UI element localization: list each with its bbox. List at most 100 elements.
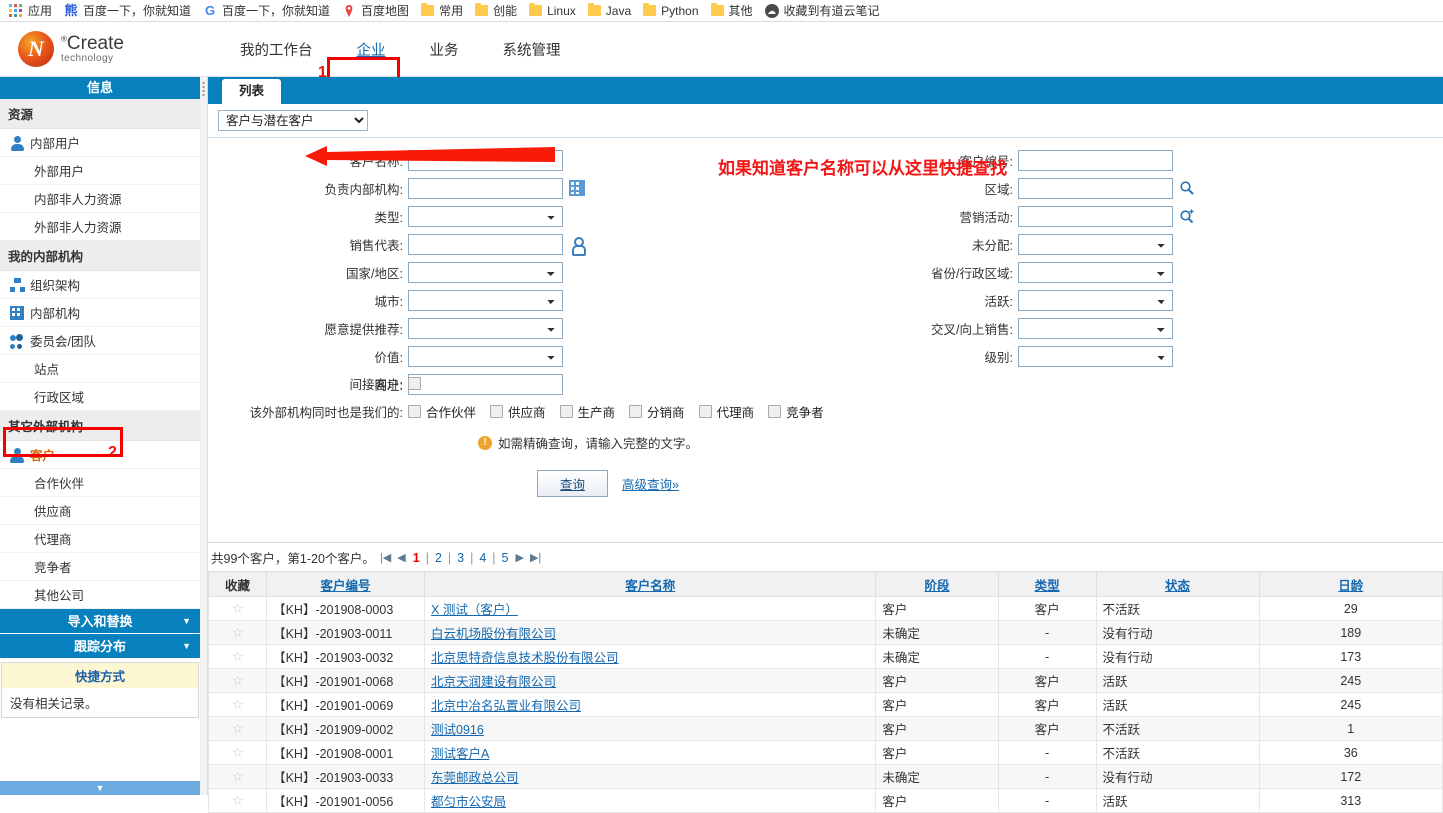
customer-name-link[interactable]: 白云机场股份有限公司 [431,627,556,641]
sidebar-section-import-replace[interactable]: 导入和替换 ▼ [0,609,200,634]
cross-upsell-select[interactable] [1018,317,1173,339]
favorite-star-icon[interactable]: ☆ [232,601,244,616]
bookmark-folder-chuangneng[interactable]: 创能 [472,2,526,19]
view-select[interactable]: 客户与潜在客户 [218,110,368,131]
type-select[interactable] [408,205,563,227]
building-picker-icon[interactable] [569,180,585,196]
sidebar-item-partner[interactable]: 合作伙伴 [0,469,200,497]
next-page-button[interactable]: ▶ [515,551,525,564]
search-icon[interactable] [1179,180,1195,196]
also-option-manufacturer[interactable]: 生产商 [559,402,615,421]
favorite-star-icon[interactable]: ☆ [232,649,244,664]
user-picker-icon[interactable] [569,236,586,256]
willing-referral-select[interactable] [408,317,563,339]
also-option-competitor[interactable]: 竞争者 [768,402,824,421]
column-header-stage[interactable]: 阶段 [875,571,999,597]
customer-name-link[interactable]: 北京中冶名弘置业有限公司 [431,699,581,713]
favorite-star-icon[interactable]: ☆ [232,673,244,688]
level-select[interactable] [1018,345,1173,367]
also-option-distributor[interactable]: 分销商 [629,402,685,421]
bookmark-baidu[interactable]: 熊 百度一下，你就知道 [61,2,200,19]
customer-name-link[interactable]: 北京思特奇信息技术股份有限公司 [431,651,619,665]
checkbox[interactable] [768,405,782,418]
also-option-supplier[interactable]: 供应商 [490,402,546,421]
page-1-link[interactable]: 1 [411,551,422,565]
sidebar-splitter[interactable] [200,77,208,795]
column-header-status[interactable]: 状态 [1095,571,1260,597]
responsible-org-input[interactable] [408,177,563,199]
checkbox[interactable] [559,405,573,418]
favorite-star-icon[interactable]: ☆ [232,721,244,736]
sidebar-item-internal-users[interactable]: 内部用户 [0,129,200,157]
customer-name-link[interactable]: X 测试（客户） [431,603,518,617]
sidebar-item-internal-nonhr[interactable]: 内部非人力资源 [0,185,200,213]
sidebar-section-tracking-distribution[interactable]: 跟踪分布 ▼ [0,634,200,659]
also-option-agent[interactable]: 代理商 [698,402,754,421]
sidebar-item-internal-org[interactable]: 内部机构 [0,299,200,327]
country-select[interactable] [408,261,563,283]
prev-page-button[interactable]: ◀ [396,551,406,564]
checkbox[interactable] [408,405,421,418]
sidebar-item-other-company[interactable]: 其他公司 [0,581,200,609]
bookmark-apps[interactable]: 应用 [6,2,61,19]
province-select[interactable] [1018,261,1173,283]
first-page-button[interactable]: |◀ [379,551,392,564]
bookmark-folder-changyong[interactable]: 常用 [418,2,472,19]
active-select[interactable] [1018,289,1173,311]
menu-item-workbench[interactable]: 我的工作台 [218,33,335,66]
city-select[interactable] [408,289,563,311]
region-input[interactable] [1018,177,1173,199]
page-4-link[interactable]: 4 [477,551,488,565]
customer-code-input[interactable] [1018,149,1173,171]
customer-name-link[interactable]: 测试客户A [431,747,489,761]
sidebar-item-site[interactable]: 站点 [0,355,200,383]
menu-item-system-admin[interactable]: 系统管理 [481,33,583,66]
sales-rep-input[interactable] [408,233,563,255]
sidebar-collapse-handle[interactable]: ▼ [0,781,200,795]
unassigned-select[interactable] [1018,233,1173,255]
last-page-button[interactable]: ▶| [529,551,542,564]
favorite-star-icon[interactable]: ☆ [232,625,244,640]
sidebar-item-supplier[interactable]: 供应商 [0,497,200,525]
also-option-partner[interactable]: 合作伙伴 [408,402,476,421]
customer-name-link[interactable]: 都匀市公安局 [431,795,506,809]
bookmark-folder-other[interactable]: 其他 [708,2,762,19]
campaign-input[interactable] [1018,205,1173,227]
sidebar-item-competitor[interactable]: 竞争者 [0,553,200,581]
customer-name-link[interactable]: 测试0916 [431,723,484,737]
bookmark-folder-linux[interactable]: Linux [526,3,585,18]
favorite-star-icon[interactable]: ☆ [232,697,244,712]
checkbox[interactable] [629,405,643,418]
checkbox[interactable] [490,405,504,418]
favorite-star-icon[interactable]: ☆ [232,769,244,784]
bookmark-folder-python[interactable]: Python [640,3,707,18]
favorite-star-icon[interactable]: ☆ [232,745,244,760]
column-header-customer-code[interactable]: 客户编号 [266,571,426,597]
sidebar-item-external-nonhr[interactable]: 外部非人力资源 [0,213,200,241]
page-5-link[interactable]: 5 [500,551,511,565]
column-header-age[interactable]: 日龄 [1258,571,1443,597]
column-header-type[interactable]: 类型 [997,571,1097,597]
page-2-link[interactable]: 2 [433,551,444,565]
sidebar-item-agent[interactable]: 代理商 [0,525,200,553]
bookmark-google[interactable]: G 百度一下，你就知道 [200,2,339,19]
bookmark-baidu-map[interactable]: 百度地图 [339,2,418,19]
customer-name-link[interactable]: 北京天润建设有限公司 [431,675,556,689]
customer-name-link[interactable]: 东莞邮政总公司 [431,771,519,785]
menu-item-business[interactable]: 业务 [408,33,481,66]
value-select[interactable] [408,345,563,367]
tab-list[interactable]: 列表 [222,79,282,104]
page-3-link[interactable]: 3 [455,551,466,565]
sidebar-item-committee-team[interactable]: 委员会/团队 [0,327,200,355]
sidebar-item-external-users[interactable]: 外部用户 [0,157,200,185]
bookmark-folder-java[interactable]: Java [585,3,640,18]
indirect-customer-checkbox[interactable] [408,377,421,390]
query-button[interactable]: 查询 [537,470,609,497]
column-header-customer-name[interactable]: 客户名称 [424,571,877,597]
advanced-query-link[interactable]: 高级查询» [622,474,679,493]
sidebar-item-admin-region[interactable]: 行政区域 [0,383,200,411]
website-input[interactable] [408,373,563,395]
bookmark-youdao-note[interactable]: ☁ 收藏到有道云笔记 [762,2,889,19]
sidebar-item-org-chart[interactable]: 组织架构 [0,271,200,299]
checkbox[interactable] [698,405,712,418]
